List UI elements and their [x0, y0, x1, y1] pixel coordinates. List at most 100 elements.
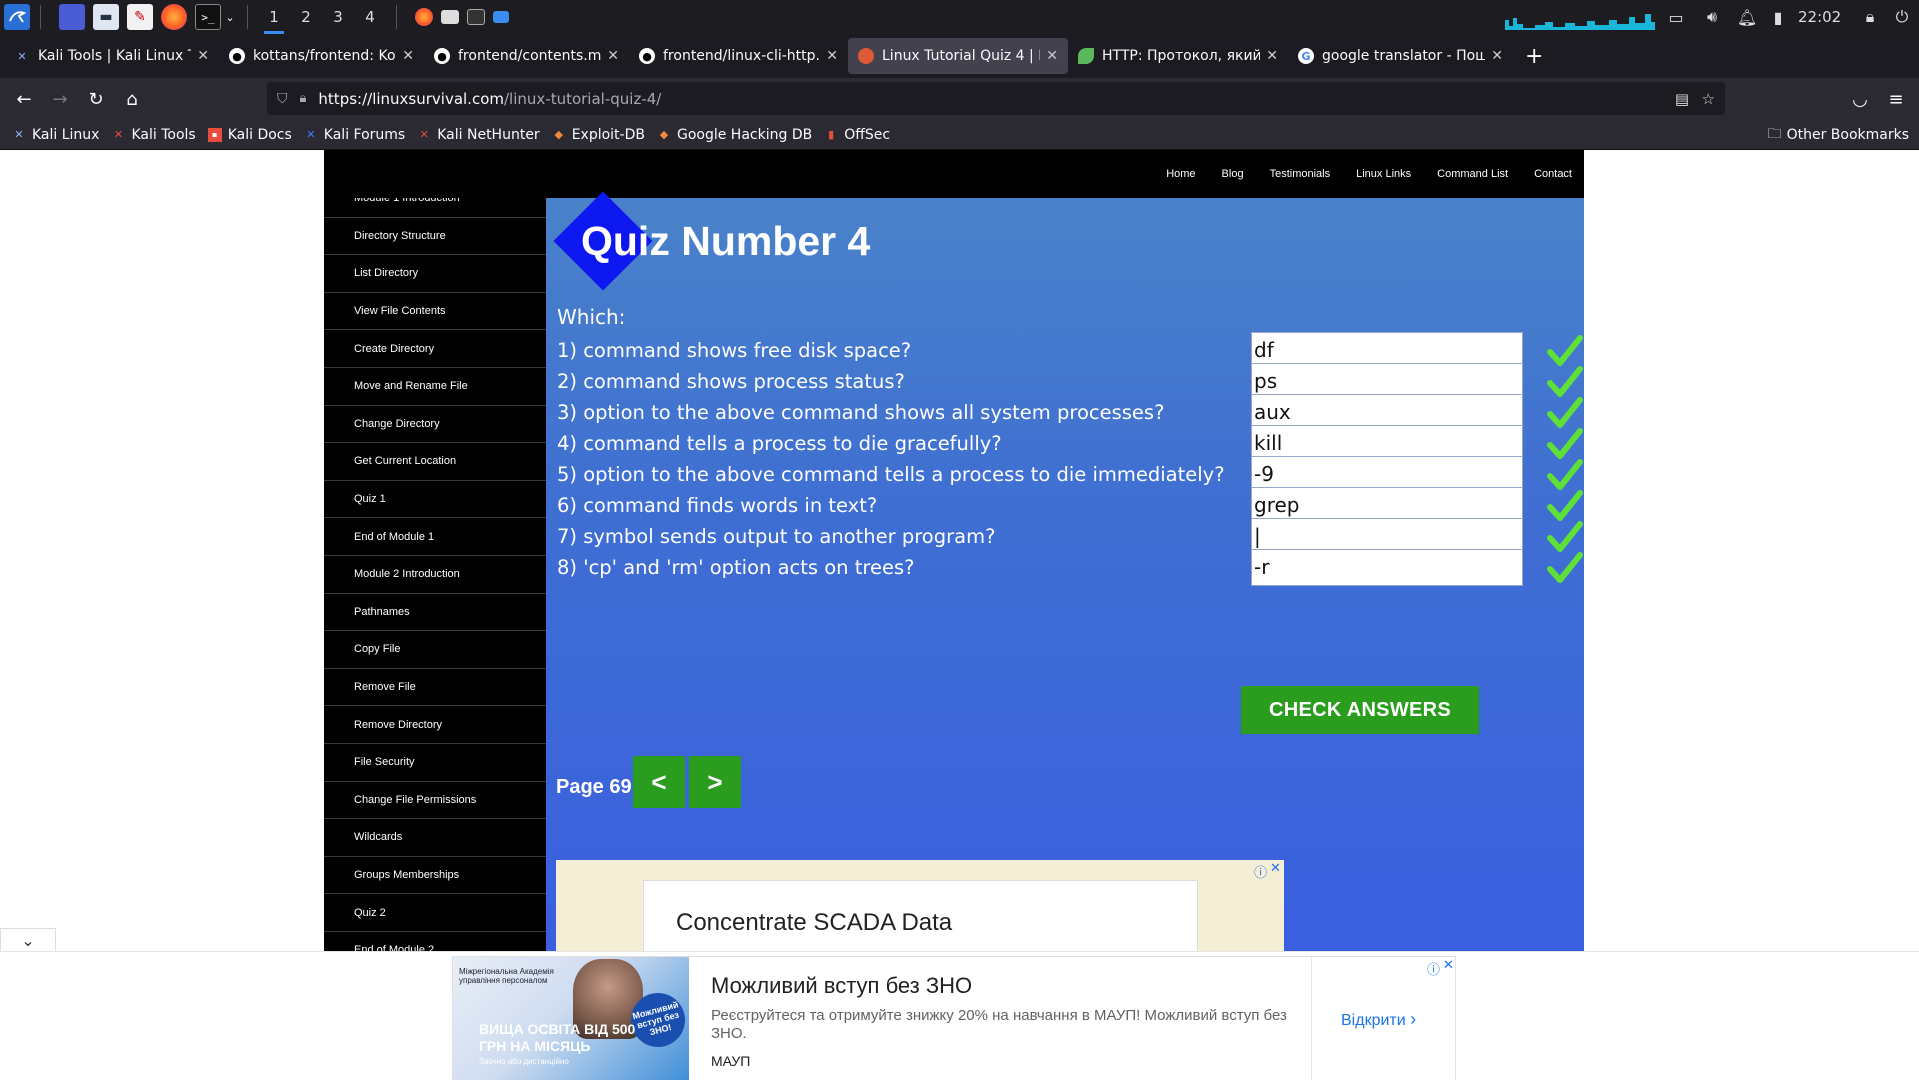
inline-ad-title[interactable]: Concentrate SCADA Data — [676, 909, 952, 937]
close-tab-icon[interactable]: ✕ — [402, 48, 414, 64]
bookmark-item[interactable]: ◆ Google Hacking DB — [657, 127, 812, 143]
sidebar-item[interactable]: Copy File — [324, 631, 546, 669]
sidebar-item[interactable]: Quiz 2 — [324, 894, 546, 932]
close-tab-icon[interactable]: ✕ — [607, 48, 619, 64]
sidebar-item[interactable]: Quiz 1 — [324, 481, 546, 519]
new-tab-button[interactable]: + — [1525, 44, 1543, 69]
bookmark-item[interactable]: ✕ Kali NetHunter — [417, 127, 540, 143]
collapse-ad-button[interactable]: ⌄ — [0, 928, 56, 952]
folder-window-icon[interactable] — [493, 11, 509, 23]
ad-info-icon[interactable]: ⓘ — [1427, 959, 1440, 978]
nav-contact[interactable]: Contact — [1534, 168, 1572, 180]
other-bookmarks[interactable]: 🗀 Other Bookmarks — [1768, 120, 1909, 150]
chevron-down-icon[interactable]: ⌄ — [223, 4, 237, 30]
sidebar-item[interactable]: Module 2 Introduction — [324, 556, 546, 594]
sidebar-item[interactable]: View File Contents — [324, 293, 546, 331]
sidebar-item[interactable]: File Security — [324, 744, 546, 782]
ad-image[interactable]: Міжрегіональна Академія управління персо… — [453, 957, 689, 1080]
sidebar-item[interactable]: Change File Permissions — [324, 782, 546, 820]
answer-input[interactable]: -r — [1251, 549, 1523, 586]
workspace-2[interactable]: 2 — [290, 0, 322, 34]
close-tab-icon[interactable]: ✕ — [1491, 48, 1503, 64]
pocket-icon[interactable]: ◡ — [1842, 83, 1878, 115]
browser-tab[interactable]: G google translator - Пошу ✕ — [1288, 38, 1513, 74]
sidebar-item[interactable]: Get Current Location — [324, 443, 546, 481]
bookmark-item[interactable]: ✕ Kali Forums — [304, 127, 405, 143]
clock[interactable]: 22:02 — [1798, 0, 1841, 34]
home-button[interactable]: ⌂ — [114, 83, 150, 115]
screenshot-window-icon[interactable] — [441, 10, 459, 24]
close-tab-icon[interactable]: ✕ — [826, 48, 838, 64]
browser-tab[interactable]: ● frontend/linux-cli-http.m ✕ — [629, 38, 848, 74]
bookmark-item[interactable]: ✕ Kali Tools — [111, 127, 196, 143]
shield-icon[interactable]: ⛉ — [277, 91, 288, 107]
inline-ad-card[interactable]: Concentrate SCADA Data — [643, 880, 1198, 960]
nav-home[interactable]: Home — [1166, 168, 1195, 180]
bookmark-star-icon[interactable]: ☆ — [1702, 90, 1715, 108]
lock-icon[interactable]: 🔒︎ — [1858, 0, 1882, 34]
browser-tab[interactable]: ✕ Kali Tools | Kali Linux Tool✕ — [4, 38, 219, 74]
lock-icon[interactable]: 🔒︎ — [300, 91, 307, 106]
hamburger-menu-icon[interactable]: ≡ — [1878, 83, 1914, 115]
ad-close-icon[interactable]: ✕ — [1443, 958, 1454, 973]
firefox-icon[interactable] — [161, 4, 187, 30]
sidebar-item[interactable]: Move and Rename File — [324, 368, 546, 406]
display-icon[interactable]: ▭ — [1664, 0, 1688, 34]
desktop-icon[interactable] — [59, 4, 85, 30]
sidebar-item[interactable]: Pathnames — [324, 594, 546, 632]
sidebar-item[interactable]: Remove Directory — [324, 706, 546, 744]
power-icon[interactable]: ⏻ — [1890, 0, 1914, 34]
sidebar-item[interactable]: End of Module 2 — [324, 932, 546, 951]
check-answers-button[interactable]: CHECK ANSWERS — [1241, 686, 1479, 734]
workspace-3[interactable]: 3 — [322, 0, 354, 34]
workspace-1[interactable]: 1 — [258, 0, 290, 34]
bookmark-item[interactable]: ◆ Exploit-DB — [552, 127, 645, 143]
url-bar[interactable]: ⛉ 🔒︎ https://linuxsurvival.com/linux-tut… — [267, 82, 1725, 115]
terminal-icon[interactable]: >_ — [195, 4, 221, 30]
nav-command-list[interactable]: Command List — [1437, 168, 1508, 180]
nav-blog[interactable]: Blog — [1222, 168, 1244, 180]
close-tab-icon[interactable]: ✕ — [1046, 48, 1058, 64]
sidebar-item[interactable]: Groups Memberships — [324, 857, 546, 895]
browser-tab[interactable]: ● kottans/frontend: Kottans✕ — [219, 38, 424, 74]
ad-info-icon[interactable]: ⓘ — [1254, 862, 1267, 881]
workspace-4[interactable]: 4 — [354, 0, 386, 34]
volume-icon[interactable]: 🔊︎ — [1700, 0, 1724, 34]
terminal-window-icon[interactable] — [467, 9, 485, 25]
ad-open-button[interactable]: Відкрити › — [1341, 1009, 1416, 1030]
bookmark-item[interactable]: ▪ Kali Docs — [207, 127, 292, 143]
sidebar-item[interactable]: Change Directory — [324, 406, 546, 444]
sidebar-item[interactable]: End of Module 1 — [324, 518, 546, 556]
nav-testimonials[interactable]: Testimonials — [1270, 168, 1331, 180]
browser-tab-active[interactable]: Linux Tutorial Quiz 4 | Lin✕ — [848, 38, 1068, 74]
bookmark-item[interactable]: ✕ Kali Linux — [12, 127, 99, 143]
sidebar-item[interactable]: Create Directory — [324, 330, 546, 368]
reader-view-icon[interactable]: ▤ — [1675, 90, 1689, 108]
ad-close-icon[interactable]: ✕ — [1270, 861, 1281, 876]
forward-button[interactable]: → — [42, 83, 78, 115]
sidebar-item[interactable]: Wildcards — [324, 819, 546, 857]
bookmark-item[interactable]: ▮ OffSec — [824, 127, 890, 143]
browser-tab[interactable]: HTTP: Протокол, який по✕ — [1068, 38, 1288, 74]
file-manager-icon[interactable]: ▬ — [93, 4, 119, 30]
inline-ad[interactable]: Concentrate SCADA Data ⓘ ✕ — [556, 860, 1284, 960]
close-tab-icon[interactable]: ✕ — [197, 48, 209, 64]
kali-menu-icon[interactable] — [4, 4, 30, 30]
sidebar-item[interactable]: Remove File — [324, 669, 546, 707]
sidebar-item[interactable]: List Directory — [324, 255, 546, 293]
text-editor-icon[interactable]: ✎ — [127, 4, 153, 30]
notification-bell-icon[interactable]: 🔔︎ — [1735, 0, 1759, 34]
reload-button[interactable]: ↻ — [78, 83, 114, 115]
firefox-window-icon[interactable] — [415, 8, 433, 26]
prev-page-button[interactable]: < — [633, 756, 685, 808]
battery-icon[interactable]: ▮ — [1768, 0, 1788, 34]
ad-headline[interactable]: Можливий вступ без ЗНО — [711, 973, 972, 999]
nav-linux-links[interactable]: Linux Links — [1356, 168, 1411, 180]
browser-tab[interactable]: ● frontend/contents.md at✕ — [424, 38, 629, 74]
close-tab-icon[interactable]: ✕ — [1266, 48, 1278, 64]
bottom-ad-card[interactable]: Міжрегіональна Академія управління персо… — [452, 956, 1456, 1080]
next-page-button[interactable]: > — [689, 756, 741, 808]
back-button[interactable]: ← — [6, 83, 42, 115]
sidebar-item[interactable]: Module 1 Introduction — [324, 198, 546, 218]
sidebar-item[interactable]: Directory Structure — [324, 218, 546, 256]
